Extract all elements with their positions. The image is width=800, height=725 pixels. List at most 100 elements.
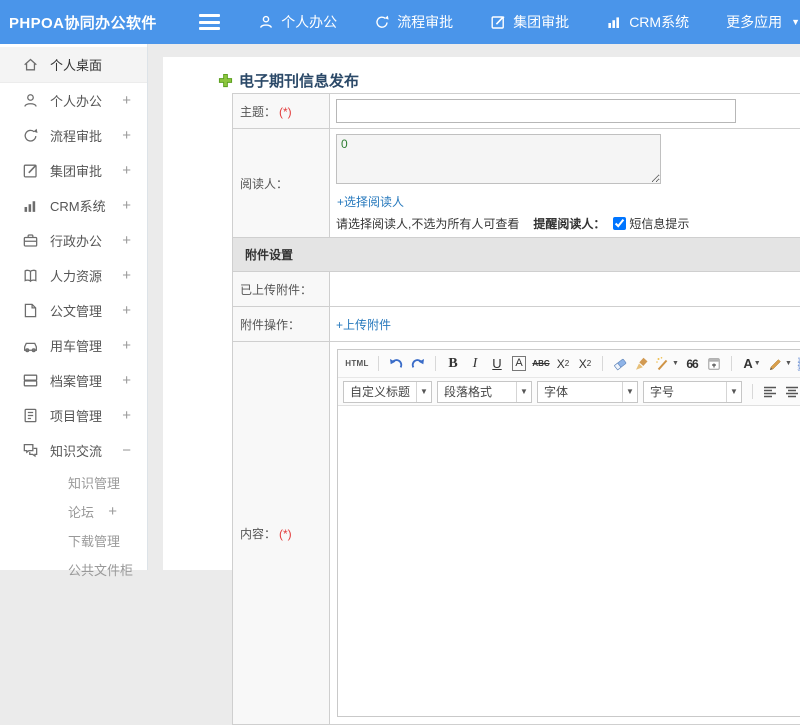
font-size-combo[interactable]: 字号▼ [643,381,742,403]
html-source-button[interactable]: HTML [343,354,371,374]
sidebar-subitem-forum[interactable]: 论坛 + [0,497,147,526]
add-plus-icon [218,73,233,88]
sidebar-item-admin-office[interactable]: 行政办公 + [0,223,147,258]
sidebar-item-knowledge[interactable]: 知识交流 − [0,433,147,468]
sidebar-item-official-doc[interactable]: 公文管理 + [0,293,147,328]
sidebar-item-crm[interactable]: CRM系统 + [0,188,147,223]
eraser-icon[interactable] [610,354,630,374]
uploaded-attachments-row: 已上传附件： [233,272,800,307]
font-border-button[interactable]: A [512,356,525,371]
editor-toolbar-row1: HTML B I U A ABC X2 [338,350,800,378]
font-color-button[interactable]: A▼ [739,354,765,374]
editor-content[interactable] [338,405,800,716]
align-center-icon[interactable] [782,382,800,402]
attachment-section-row: 附件设置 [233,238,800,272]
car-icon [22,337,39,354]
caret-down-icon: ▼ [516,382,531,402]
editor-toolbar-row2: 自定义标题▼ 段落格式▼ 字体▼ 字号▼ [338,378,800,405]
page-title: 电子期刊信息发布 [163,57,800,93]
caret-down-icon: ▼ [791,17,800,27]
italic-button[interactable]: I [465,354,485,374]
required-mark: (*) [279,527,292,541]
subscript-button[interactable]: X2 [575,354,595,374]
sidebar-item-personal-desktop[interactable]: 个人桌面 [0,47,147,83]
attachment-action-label: 附件操作： [240,318,300,332]
bar-chart-icon [22,197,39,214]
bar-chart-icon [606,14,622,30]
archive-icon [22,372,39,389]
format-painter-icon[interactable] [632,354,652,374]
sidebar: 个人桌面 个人办公 + 流程审批 + 集团审批 + CRM系统 + 行政办公 +… [0,44,148,570]
caret-down-icon: ▼ [726,382,741,402]
readers-hint-text: 请选择阅读人,不选为所有人可查看 [336,215,519,232]
upload-attachment-link[interactable]: +上传附件 [336,318,391,332]
sidebar-item-workflow-approval[interactable]: 流程审批 + [0,118,147,153]
readers-row: 阅读人： 0 +选择阅读人 请选择阅读人,不选为所有人可查看 提醒阅读人： 短信… [233,129,800,238]
nav-more-apps[interactable]: 更多应用 ▼ [726,12,800,32]
rich-text-editor: HTML B I U A ABC X2 [337,349,800,717]
underline-button[interactable]: U [487,354,507,374]
select-readers-link[interactable]: +选择阅读人 [337,195,404,209]
edit-square-icon [490,14,506,30]
briefcase-icon [22,232,39,249]
chat-bubbles-icon [22,442,39,459]
sidebar-item-vehicle[interactable]: 用车管理 + [0,328,147,363]
uploaded-label: 已上传附件： [240,283,312,297]
sidebar-item-group-approval[interactable]: 集团审批 + [0,153,147,188]
topbar: PHPOA协同办公软件 个人办公 流程审批 集团审批 CRM系统 [0,0,800,44]
sidebar-subitem-knowledge-mgmt[interactable]: 知识管理 [0,468,147,497]
document-icon [22,302,39,319]
ordered-list-icon[interactable]: 123▼ [795,354,800,374]
flow-arrow-icon [22,127,39,144]
sidebar-item-personal-office[interactable]: 个人办公 + [0,83,147,118]
remind-readers-label: 提醒阅读人： [533,215,605,232]
app-logo: PHPOA协同办公软件 [0,12,187,33]
uploaded-attachments-value [330,272,800,307]
bold-button[interactable]: B [443,354,463,374]
subject-input[interactable] [336,99,736,123]
readers-textarea[interactable]: 0 [336,134,661,184]
paragraph-combo[interactable]: 段落格式▼ [437,381,532,403]
person-icon [22,92,39,109]
auto-typeset-icon[interactable]: ▼ [654,354,680,374]
undo-icon[interactable] [386,354,406,374]
caret-down-icon: ▼ [622,382,637,402]
open-book-icon [22,267,39,284]
readers-label: 阅读人： [240,177,288,191]
nav-crm[interactable]: CRM系统 [606,12,689,32]
sidebar-item-project[interactable]: 项目管理 + [0,398,147,433]
font-family-combo[interactable]: 字体▼ [537,381,638,403]
nav-group-approval[interactable]: 集团审批 [490,12,569,32]
highlight-pen-icon[interactable]: ▼ [767,354,793,374]
align-left-icon[interactable] [760,382,780,402]
blockquote-button[interactable]: 66 [682,354,702,374]
main-content: 电子期刊信息发布 主题：(*) 阅读人： 0 +选择阅读人 请选择阅读人,不选为… [163,57,800,570]
caret-down-icon: ▼ [416,382,431,402]
content-row: 内容：(*) HTML B [233,342,800,725]
person-icon [258,14,274,30]
nav-personal-office[interactable]: 个人办公 [258,12,337,32]
attachment-section-title: 附件设置 [233,238,800,272]
sms-label: 短信息提示 [629,215,689,232]
content-label: 内容： [240,527,276,541]
top-navigation: 个人办公 流程审批 集团审批 CRM系统 更多应用 ▼ [258,12,800,32]
attachment-action-row: 附件操作： +上传附件 [233,307,800,342]
hamburger-menu-icon[interactable] [199,14,220,30]
required-mark: (*) [279,105,292,119]
date-icon[interactable] [704,354,724,374]
redo-icon[interactable] [408,354,428,374]
nav-workflow-approval[interactable]: 流程审批 [374,12,453,32]
strikethrough-button[interactable]: ABC [531,354,551,374]
sidebar-item-hr[interactable]: 人力资源 + [0,258,147,293]
home-icon [22,56,39,73]
flow-arrow-icon [374,14,390,30]
edit-square-icon [22,162,39,179]
publish-form: 主题：(*) 阅读人： 0 +选择阅读人 请选择阅读人,不选为所有人可查看 提醒… [232,93,800,725]
sidebar-item-archives[interactable]: 档案管理 + [0,363,147,398]
sidebar-subitem-download-mgmt[interactable]: 下载管理 [0,526,147,555]
superscript-button[interactable]: X2 [553,354,573,374]
sms-checkbox[interactable] [613,217,626,230]
subject-label: 主题： [240,105,276,119]
heading-combo[interactable]: 自定义标题▼ [343,381,432,403]
clipboard-icon [22,407,39,424]
